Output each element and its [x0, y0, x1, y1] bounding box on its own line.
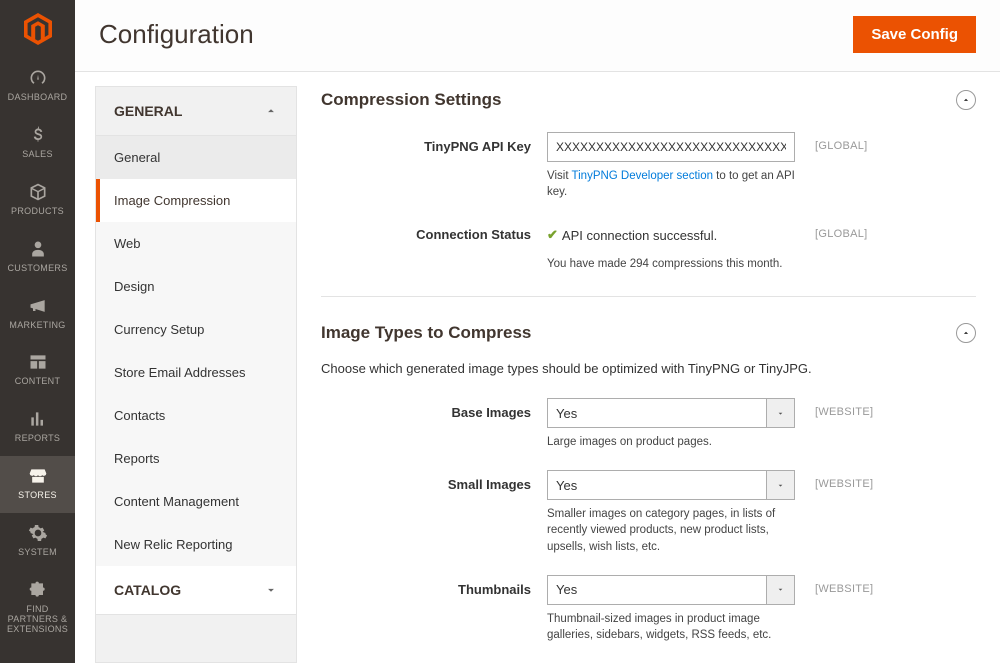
- scope-label: [WEBSITE]: [815, 575, 905, 595]
- field-label: Connection Status: [321, 220, 547, 242]
- nav-label: FIND PARTNERS & EXTENSIONS: [3, 605, 72, 635]
- section-description: Choose which generated image types shoul…: [321, 361, 976, 376]
- gear-icon: [28, 523, 48, 543]
- save-config-button[interactable]: Save Config: [853, 16, 976, 53]
- nav-label: CUSTOMERS: [7, 264, 67, 274]
- nav-customers[interactable]: CUSTOMERS: [0, 229, 75, 286]
- side-item-email[interactable]: Store Email Addresses: [96, 351, 296, 394]
- nav-label: SALES: [22, 150, 53, 160]
- scope-label: [WEBSITE]: [815, 398, 905, 418]
- field-thumbnails: Thumbnails Yes Thumbnail-sized images in…: [321, 571, 976, 659]
- side-item-currency[interactable]: Currency Setup: [96, 308, 296, 351]
- field-base-images: Base Images Yes Large images on product …: [321, 394, 976, 466]
- store-icon: [28, 466, 48, 486]
- nav-label: STORES: [18, 491, 57, 501]
- side-group-general[interactable]: GENERAL: [96, 87, 296, 136]
- collapse-icon: [956, 90, 976, 110]
- chevron-down-icon: [767, 398, 795, 428]
- side-item-web[interactable]: Web: [96, 222, 296, 265]
- chevron-down-icon: [767, 470, 795, 500]
- section-title: Image Types to Compress: [321, 323, 531, 343]
- gauge-icon: [28, 68, 48, 88]
- status-text: ✔ API connection successful.: [547, 220, 795, 250]
- base-images-select[interactable]: Yes: [547, 398, 795, 428]
- check-icon: ✔: [547, 227, 558, 243]
- field-label: Thumbnails: [321, 575, 547, 597]
- puzzle-icon: [28, 580, 48, 600]
- field-connection-status: Connection Status ✔ API connection succe…: [321, 216, 976, 288]
- section-divider: [321, 296, 976, 297]
- layout-icon: [28, 352, 48, 372]
- nav-label: REPORTS: [15, 434, 60, 444]
- side-item-contacts[interactable]: Contacts: [96, 394, 296, 437]
- admin-nav: DASHBOARD SALES PRODUCTS CUSTOMERS MARKE…: [0, 0, 75, 663]
- side-group-label: CATALOG: [114, 582, 181, 598]
- scope-label: [WEBSITE]: [815, 470, 905, 490]
- section-image-types: Image Types to Compress Choose which gen…: [321, 319, 976, 663]
- scope-label: [GLOBAL]: [815, 132, 905, 152]
- chevron-up-icon: [264, 104, 278, 118]
- select-value: Yes: [547, 575, 767, 605]
- chevron-down-icon: [767, 575, 795, 605]
- person-icon: [28, 239, 48, 259]
- nav-label: DASHBOARD: [8, 93, 68, 103]
- side-item-image-compression[interactable]: Image Compression: [96, 179, 296, 222]
- config-sidebar: GENERAL General Image Compression Web De…: [95, 86, 297, 663]
- page-title: Configuration: [99, 19, 254, 50]
- chevron-down-icon: [264, 583, 278, 597]
- nav-partners[interactable]: FIND PARTNERS & EXTENSIONS: [0, 570, 75, 647]
- field-label: Small Images: [321, 470, 547, 492]
- field-note: You have made 294 compressions this mont…: [547, 256, 795, 272]
- nav-label: MARKETING: [9, 321, 65, 331]
- collapse-icon: [956, 323, 976, 343]
- field-label: Base Images: [321, 398, 547, 420]
- scope-label: [GLOBAL]: [815, 220, 905, 240]
- nav-label: PRODUCTS: [11, 207, 64, 217]
- select-value: Yes: [547, 470, 767, 500]
- side-item-content-mgmt[interactable]: Content Management: [96, 480, 296, 523]
- chart-icon: [28, 409, 48, 429]
- dollar-icon: [28, 125, 48, 145]
- side-group-catalog[interactable]: CATALOG: [96, 566, 296, 615]
- field-note: Thumbnail-sized images in product image …: [547, 611, 795, 643]
- section-toggle-compression[interactable]: Compression Settings: [321, 86, 976, 128]
- field-small-images: Small Images Yes Smaller images on categ…: [321, 466, 976, 570]
- config-panel: Compression Settings TinyPNG API Key Vis…: [321, 86, 980, 663]
- side-group-label: GENERAL: [114, 103, 182, 119]
- page-header: Configuration Save Config: [75, 0, 1000, 72]
- field-note: Large images on product pages.: [547, 434, 795, 450]
- nav-label: SYSTEM: [18, 548, 57, 558]
- nav-content[interactable]: CONTENT: [0, 342, 75, 399]
- field-note: Visit TinyPNG Developer section to to ge…: [547, 168, 795, 200]
- nav-reports[interactable]: REPORTS: [0, 399, 75, 456]
- megaphone-icon: [28, 296, 48, 316]
- section-toggle-image-types[interactable]: Image Types to Compress: [321, 319, 976, 361]
- side-item-newrelic[interactable]: New Relic Reporting: [96, 523, 296, 566]
- nav-sales[interactable]: SALES: [0, 115, 75, 172]
- api-key-input[interactable]: [547, 132, 795, 162]
- select-value: Yes: [547, 398, 767, 428]
- side-item-reports[interactable]: Reports: [96, 437, 296, 480]
- field-swatches: Swatches Yes Small images used to select…: [321, 659, 976, 663]
- nav-stores[interactable]: STORES: [0, 456, 75, 513]
- field-api-key: TinyPNG API Key Visit TinyPNG Developer …: [321, 128, 976, 216]
- nav-dashboard[interactable]: DASHBOARD: [0, 58, 75, 115]
- field-label: TinyPNG API Key: [321, 132, 547, 154]
- section-title: Compression Settings: [321, 90, 501, 110]
- nav-system[interactable]: SYSTEM: [0, 513, 75, 570]
- tinypng-dev-link[interactable]: TinyPNG Developer section: [572, 170, 713, 182]
- field-note: Smaller images on category pages, in lis…: [547, 506, 795, 554]
- section-compression-settings: Compression Settings TinyPNG API Key Vis…: [321, 86, 976, 288]
- side-item-design[interactable]: Design: [96, 265, 296, 308]
- nav-marketing[interactable]: MARKETING: [0, 286, 75, 343]
- nav-products[interactable]: PRODUCTS: [0, 172, 75, 229]
- thumbnails-select[interactable]: Yes: [547, 575, 795, 605]
- magento-logo: [0, 0, 75, 58]
- small-images-select[interactable]: Yes: [547, 470, 795, 500]
- side-item-general[interactable]: General: [96, 136, 296, 179]
- nav-label: CONTENT: [15, 377, 61, 387]
- box-icon: [28, 182, 48, 202]
